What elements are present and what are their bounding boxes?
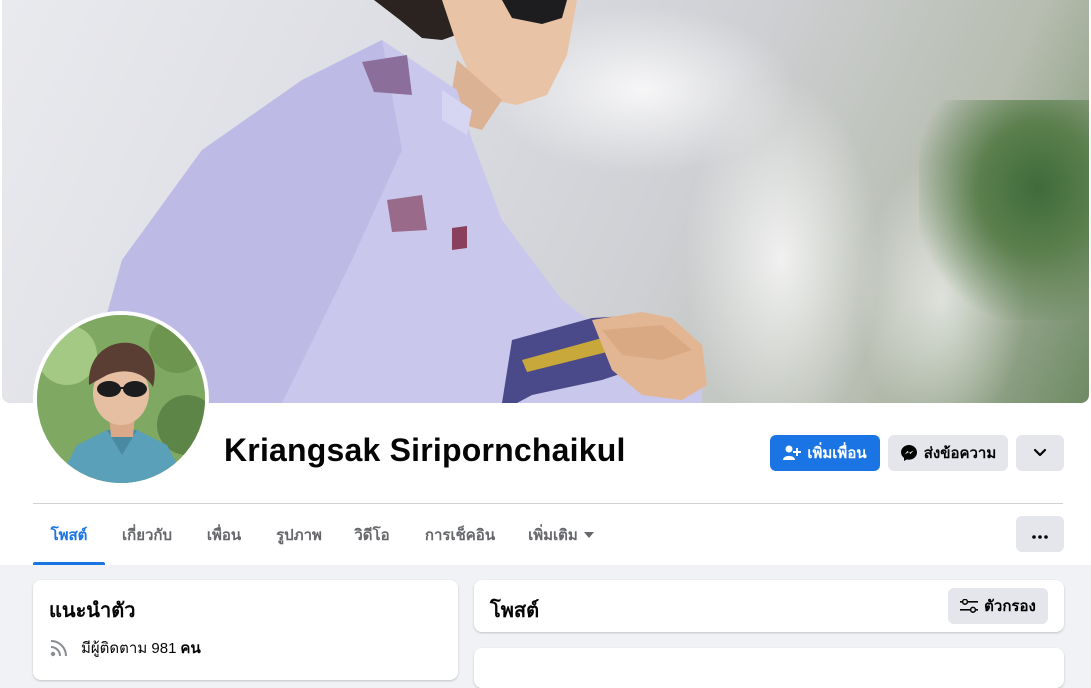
tab-checkins[interactable]: การเช็คอิน <box>411 504 509 565</box>
tab-friends[interactable]: เพื่อน <box>193 504 255 565</box>
avatar-photo <box>37 315 205 483</box>
posts-title: โพสต์ <box>490 600 540 622</box>
avatar-person-illustration <box>37 315 205 483</box>
more-options-button[interactable] <box>1016 516 1064 552</box>
add-friend-label: เพิ่มเพื่อน <box>807 445 867 462</box>
tab-label: โพสต์ <box>50 526 88 544</box>
ellipsis-icon <box>1032 526 1048 543</box>
filter-label: ตัวกรอง <box>984 598 1036 615</box>
sliders-icon <box>960 599 979 613</box>
messenger-icon <box>900 444 918 462</box>
caret-down-icon <box>583 531 594 538</box>
tab-label: เพิ่มเติม <box>528 526 578 544</box>
tab-label: วิดีโอ <box>354 526 390 544</box>
intro-card: แนะนำตัว มีผู้ติดตาม 981 คน <box>33 580 458 680</box>
rss-icon <box>49 638 69 658</box>
tab-label: การเช็คอิน <box>424 526 496 544</box>
tab-photos[interactable]: รูปภาพ <box>263 504 335 565</box>
profile-dropdown-button[interactable] <box>1016 435 1064 471</box>
filter-button[interactable]: ตัวกรอง <box>948 588 1048 624</box>
post-composer-card <box>474 648 1064 688</box>
tab-label: เกี่ยวกับ <box>121 526 173 544</box>
followers-unit[interactable]: คน <box>180 636 200 660</box>
add-friend-button[interactable]: เพิ่มเพื่อน <box>770 435 880 471</box>
tab-about[interactable]: เกี่ยวกับ <box>111 504 183 565</box>
profile-name: Kriangsak Siripornchaikul <box>224 432 626 468</box>
tab-label: รูปภาพ <box>276 526 322 544</box>
tab-posts[interactable]: โพสต์ <box>33 504 105 565</box>
followers-text: มีผู้ติดตาม 981 <box>81 640 177 657</box>
intro-title: แนะนำตัว <box>49 600 136 622</box>
chevron-down-icon <box>1033 445 1047 462</box>
profile-avatar[interactable] <box>33 311 209 487</box>
message-button[interactable]: ส่งข้อความ <box>888 435 1008 471</box>
person-plus-icon <box>783 445 802 461</box>
profile-header: Kriangsak Siripornchaikul เพิ่มเพื่อน ส่… <box>0 0 1091 565</box>
message-label: ส่งข้อความ <box>923 445 997 462</box>
followers-row: มีผู้ติดตาม 981 คน <box>49 636 201 660</box>
tab-label: เพื่อน <box>206 526 242 544</box>
tab-more[interactable]: เพิ่มเติม <box>519 504 603 565</box>
tab-videos[interactable]: วิดีโอ <box>345 504 399 565</box>
